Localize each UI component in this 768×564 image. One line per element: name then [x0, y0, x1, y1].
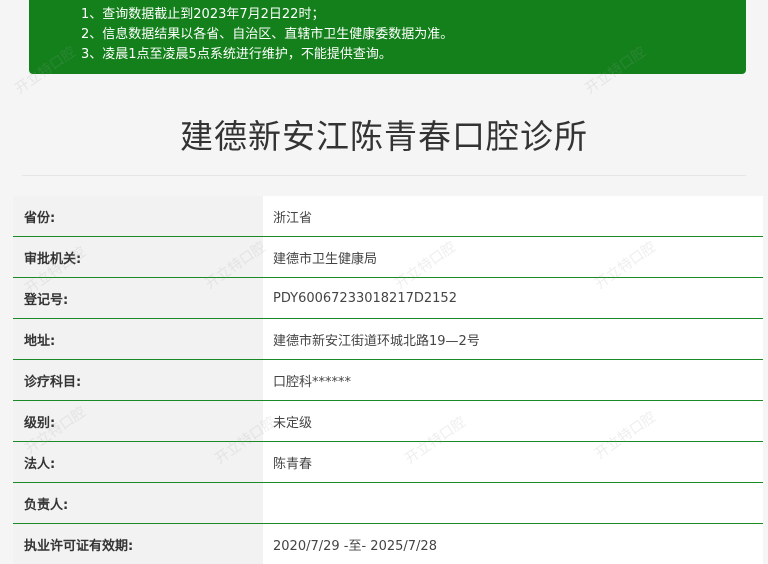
table-row-address: 地址: 建德市新安江街道环城北路19—2号 [13, 319, 763, 360]
address-value: 建德市新安江街道环城北路19—2号 [263, 319, 763, 359]
table-row-level: 级别: 未定级 [13, 401, 763, 442]
province-value: 浙江省 [263, 196, 763, 236]
approval-authority-label: 审批机关: [13, 237, 263, 277]
person-in-charge-label: 负责人: [13, 483, 263, 523]
notice-line-2: 2、信息数据结果以各省、自治区、直辖市卫生健康委数据为准。 [81, 27, 454, 42]
notice-line-3: 3、凌晨1点至凌晨5点系统进行维护，不能提供查询。 [81, 47, 392, 62]
legal-person-value: 陈青春 [263, 442, 763, 482]
table-row-registration-number: 登记号: PDY60067233018217D2152 [13, 278, 763, 319]
table-row-person-in-charge: 负责人: [13, 483, 763, 524]
license-validity-value: 2020/7/29 -至- 2025/7/28 [263, 524, 763, 564]
notice-line-1: 1、查询数据截止到2023年7月2日22时； [81, 7, 325, 22]
title-divider [22, 175, 746, 176]
table-row-approval-authority: 审批机关: 建德市卫生健康局 [13, 237, 763, 278]
departments-value: 口腔科****** [263, 360, 763, 400]
notice-banner: 1、查询数据截止到2023年7月2日22时； 2、信息数据结果以各省、自治区、直… [29, 0, 746, 74]
table-row-province: 省份: 浙江省 [13, 196, 763, 237]
table-row-legal-person: 法人: 陈青春 [13, 442, 763, 483]
departments-label: 诊疗科目: [13, 360, 263, 400]
page-title: 建德新安江陈青春口腔诊所 [180, 117, 588, 156]
level-label: 级别: [13, 401, 263, 441]
license-validity-label: 执业许可证有效期: [13, 524, 263, 564]
registration-number-label: 登记号: [13, 278, 263, 318]
approval-authority-value: 建德市卫生健康局 [263, 237, 763, 277]
level-value: 未定级 [263, 401, 763, 441]
legal-person-label: 法人: [13, 442, 263, 482]
address-label: 地址: [13, 319, 263, 359]
table-row-departments: 诊疗科目: 口腔科****** [13, 360, 763, 401]
registration-number-value: PDY60067233018217D2152 [263, 278, 763, 318]
person-in-charge-value [263, 483, 763, 523]
table-row-license-validity: 执业许可证有效期: 2020/7/29 -至- 2025/7/28 [13, 524, 763, 564]
info-table: 省份: 浙江省 审批机关: 建德市卫生健康局 登记号: PDY600672330… [13, 196, 763, 564]
province-label: 省份: [13, 196, 263, 236]
